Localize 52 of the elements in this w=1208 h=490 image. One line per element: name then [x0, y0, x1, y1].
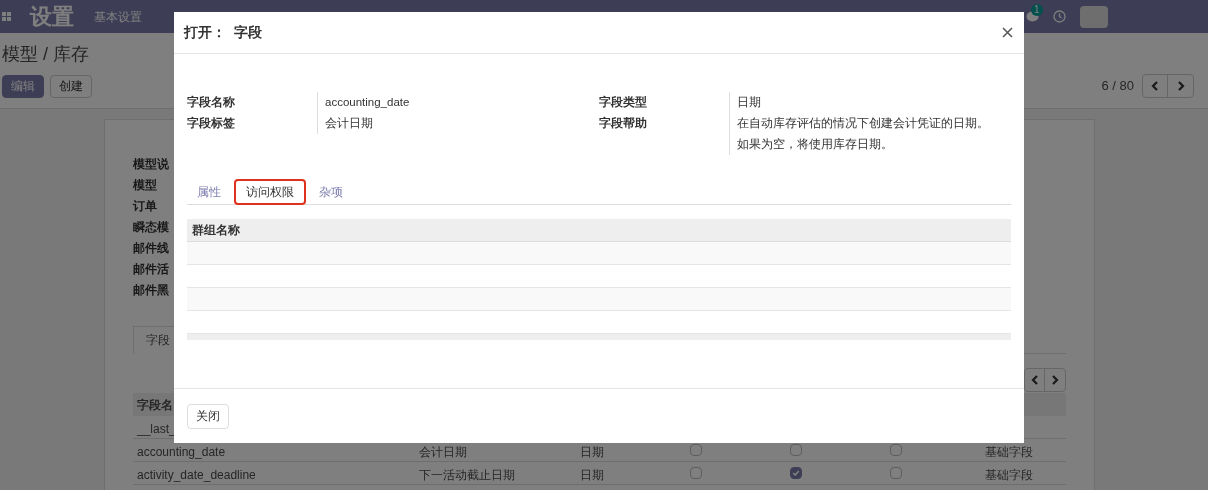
table-cell-text: accounting_date — [137, 444, 226, 461]
chevron-left-icon — [1151, 81, 1159, 91]
checkbox[interactable] — [690, 467, 702, 479]
tab[interactable]: 杂项 — [309, 179, 353, 205]
field-label: 邮件线 — [133, 240, 169, 257]
notification-badge: 1 — [1031, 3, 1043, 16]
tab[interactable]: 属性 — [187, 179, 231, 205]
field-value: 如果为空，将使用库存日期。 — [737, 137, 893, 152]
app-title: 设置 — [30, 3, 74, 31]
avatar-placeholder[interactable] — [1080, 5, 1108, 28]
tab[interactable]: 访问权限 — [234, 179, 306, 205]
pager-value: 6 / 80 — [1101, 77, 1134, 96]
chevron-left-icon — [1030, 375, 1039, 385]
create-button[interactable]: 创建 — [50, 74, 92, 98]
column-header: 群组名称 — [192, 222, 240, 239]
checkbox[interactable] — [690, 444, 702, 456]
checkbox[interactable] — [890, 467, 902, 479]
field-label: 字段标签 — [187, 115, 236, 131]
breadcrumb: 模型 / 库存 — [2, 43, 90, 66]
checkbox[interactable] — [790, 444, 802, 456]
column-header: 字段名 — [137, 396, 173, 414]
table-cell-text: activity_date_deadline — [137, 467, 256, 484]
chevron-right-icon — [1051, 375, 1059, 385]
dialog-title: 打开： 字段 — [184, 23, 262, 42]
close-icon — [1001, 27, 1013, 38]
table-cell-text: 基础字段 — [985, 467, 1033, 484]
table-cell-text: 日期 — [580, 467, 604, 484]
checkbox[interactable] — [890, 444, 902, 456]
field-label: 模型 — [133, 177, 157, 194]
clock-icon[interactable] — [1053, 10, 1066, 23]
table-cell-text: 基础字段 — [985, 444, 1033, 461]
field-label: 字段帮助 — [599, 115, 648, 131]
chevron-right-icon — [1176, 81, 1185, 91]
apps-grid-icon[interactable] — [2, 12, 11, 21]
field-value: 会计日期 — [325, 116, 373, 131]
field-value: 日期 — [737, 95, 761, 110]
table-cell-text: 下一活动截止日期 — [419, 467, 515, 484]
field-label: 邮件黑 — [133, 282, 169, 299]
field-label: 邮件活 — [133, 261, 169, 278]
table-cell-text: 日期 — [580, 444, 604, 461]
field-label: 模型说 — [133, 156, 169, 173]
close-button[interactable] — [1000, 25, 1014, 40]
field-value: accounting_date — [325, 95, 410, 110]
field-label: 订单 — [133, 198, 157, 215]
close-button[interactable]: 关闭 — [187, 403, 229, 429]
field-value: 在自动库存评估的情况下创建会计凭证的日期。 — [737, 116, 989, 131]
field-label: 字段名称 — [187, 94, 236, 110]
table-cell-text: __last_ — [137, 421, 176, 438]
table-cell-text: 会计日期 — [419, 444, 467, 461]
field-label: 瞬态模 — [133, 219, 169, 236]
field-label: 字段类型 — [599, 94, 648, 110]
checkbox[interactable] — [790, 467, 802, 479]
